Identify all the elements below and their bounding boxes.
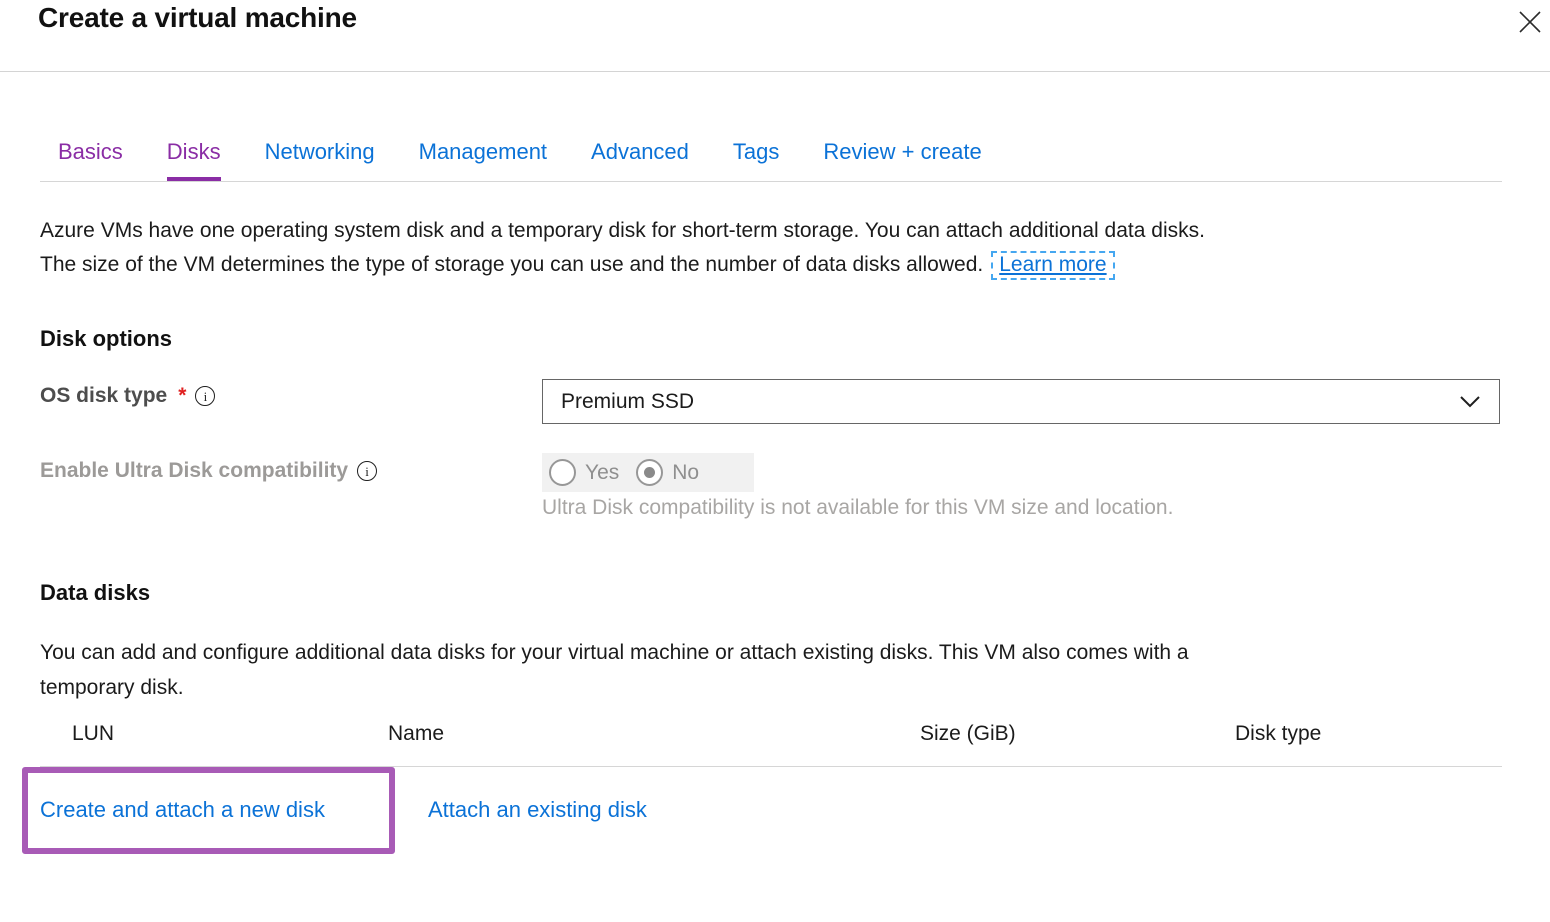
ultra-disk-label-row: Enable Ultra Disk compatibility — [40, 459, 377, 483]
close-button[interactable] — [1512, 4, 1548, 40]
tab-advanced[interactable]: Advanced — [591, 139, 689, 181]
os-disk-type-dropdown[interactable]: Premium SSD — [542, 379, 1500, 424]
column-header-lun: LUN — [72, 722, 114, 746]
info-icon[interactable] — [195, 386, 215, 406]
tab-networking[interactable]: Networking — [265, 139, 375, 181]
radio-yes-label: Yes — [585, 461, 619, 485]
data-disks-heading: Data disks — [40, 580, 150, 606]
intro-line-2: The size of the VM determines the type o… — [40, 248, 1205, 282]
radio-yes[interactable] — [549, 459, 576, 486]
wizard-tabs: Basics Disks Networking Management Advan… — [40, 139, 1502, 182]
attach-existing-disk-link[interactable]: Attach an existing disk — [428, 797, 647, 823]
column-header-disk-type: Disk type — [1235, 722, 1321, 746]
data-disks-description: You can add and configure additional dat… — [40, 635, 1189, 705]
table-divider — [40, 766, 1502, 767]
radio-no-label: No — [672, 461, 699, 485]
create-vm-dialog: Create a virtual machine Basics Disks Ne… — [0, 0, 1550, 922]
tab-basics[interactable]: Basics — [58, 139, 123, 181]
column-header-name: Name — [388, 722, 444, 746]
learn-more-link[interactable]: Learn more — [991, 251, 1114, 280]
tab-management[interactable]: Management — [419, 139, 547, 181]
header-divider — [0, 71, 1550, 72]
info-icon[interactable] — [357, 461, 377, 481]
ultra-disk-helper-text: Ultra Disk compatibility is not availabl… — [542, 496, 1173, 520]
required-marker: * — [178, 384, 186, 408]
ultra-disk-radio-group: Yes No — [542, 453, 754, 492]
create-and-attach-new-disk-link[interactable]: Create and attach a new disk — [40, 797, 325, 823]
intro-line-2-text: The size of the VM determines the type o… — [40, 253, 983, 276]
os-disk-type-label-row: OS disk type * — [40, 384, 215, 408]
page-title: Create a virtual machine — [38, 2, 357, 34]
column-header-size: Size (GiB) — [920, 722, 1016, 746]
close-icon — [1516, 8, 1544, 36]
tab-disks[interactable]: Disks — [167, 139, 221, 181]
radio-no[interactable] — [636, 459, 663, 486]
intro-paragraph: Azure VMs have one operating system disk… — [40, 214, 1205, 282]
os-disk-type-value: Premium SSD — [561, 390, 1459, 414]
ultra-disk-label: Enable Ultra Disk compatibility — [40, 459, 348, 483]
tab-tags[interactable]: Tags — [733, 139, 779, 181]
data-disks-description-line-2: temporary disk. — [40, 670, 1189, 705]
disk-options-heading: Disk options — [40, 326, 172, 352]
chevron-down-icon — [1459, 395, 1481, 409]
data-disks-description-line-1: You can add and configure additional dat… — [40, 635, 1189, 670]
intro-line-1: Azure VMs have one operating system disk… — [40, 214, 1205, 248]
os-disk-type-label: OS disk type — [40, 384, 167, 408]
tab-review-create[interactable]: Review + create — [823, 139, 981, 181]
